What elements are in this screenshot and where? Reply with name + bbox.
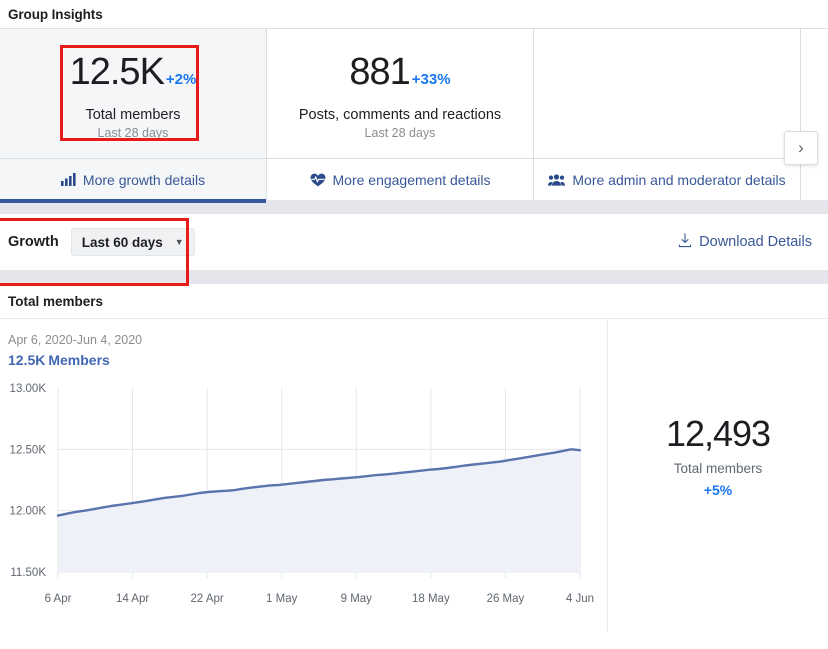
download-icon [678, 233, 692, 252]
chart-metric: 12.5KMembers [8, 352, 607, 368]
card-label: Total members [85, 107, 180, 123]
chart-plot-area: 13.00K 12.50K 12.00K 11.50K 6 Apr 14 Apr 22 Ap… [0, 380, 607, 620]
growth-label: Growth [8, 234, 59, 250]
growth-toolbar: Growth Last 60 days ▼ Download Details [0, 214, 828, 270]
card-value: 12.5K [70, 53, 164, 91]
chart-summary-stats: 12,493 Total members +5% [608, 319, 828, 632]
x-axis-tick-label: 14 Apr [116, 593, 149, 605]
summary-stat-delta: +5% [704, 482, 732, 498]
card-delta: +2% [166, 71, 196, 88]
x-axis-tick-label: 9 May [341, 593, 373, 605]
chevron-down-icon: ▼ [175, 237, 184, 247]
more-admin-moderator-details-link[interactable]: More admin and moderator details [534, 158, 800, 200]
line-chart-svg: 13.00K 12.50K 12.00K 11.50K 6 Apr 14 Apr 22 Ap… [0, 380, 608, 620]
card-body: 12.5K +2% Total members Last 28 days [0, 29, 266, 158]
card-subtitle: Last 28 days [365, 126, 436, 140]
x-axis-tick-label: 22 Apr [191, 593, 224, 605]
chart-metric-name: Members [48, 352, 109, 368]
more-growth-details-link[interactable]: More growth details [0, 158, 266, 200]
x-axis-tick-label: 6 Apr [45, 593, 72, 605]
y-axis-tick-label: 11.50K [10, 567, 46, 579]
card-footer-label: More growth details [83, 172, 205, 188]
section-gap-2 [0, 270, 828, 284]
group-insights-page: Group Insights 12.5K +2% Total members L… [0, 0, 828, 649]
chart-meta: Apr 6, 2020-Jun 4, 2020 12.5KMembers [0, 319, 607, 368]
carousel-next-button[interactable]: › [784, 131, 818, 165]
download-details-label: Download Details [699, 234, 812, 250]
panel-body: Apr 6, 2020-Jun 4, 2020 12.5KMembers 13.… [0, 319, 828, 632]
chevron-right-icon: › [798, 138, 804, 158]
card-footer-label: More admin and moderator details [572, 172, 785, 188]
page-header: Group Insights [0, 0, 828, 28]
date-range-value: Last 60 days [82, 235, 163, 250]
chart-date-range: Apr 6, 2020-Jun 4, 2020 [8, 333, 607, 347]
y-axis-tick-label: 12.50K [10, 444, 47, 456]
y-axis-tick-label: 13.00K [10, 383, 47, 395]
people-icon [548, 173, 565, 186]
page-title: Group Insights [8, 7, 103, 22]
x-axis-tick-label: 1 May [266, 593, 298, 605]
card-value-row: 881 +33% [349, 53, 450, 91]
x-axis-tick-label: 18 May [412, 593, 450, 605]
chart-metric-value: 12.5K [8, 352, 45, 368]
card-footer-label: More engagement details [333, 172, 491, 188]
download-details-button[interactable]: Download Details [678, 233, 812, 252]
card-delta: +33% [412, 71, 451, 88]
y-axis-tick-label: 12.00K [10, 506, 47, 518]
panel-bottom-spacer [0, 632, 828, 649]
card-label: Posts, comments and reactions [299, 107, 501, 123]
insight-card-admin-moderator[interactable]: More admin and moderator details [534, 29, 801, 200]
summary-stat-label: Total members [674, 461, 763, 476]
card-body: 881 +33% Posts, comments and reactions L… [267, 29, 533, 158]
date-range-dropdown[interactable]: Last 60 days ▼ [71, 228, 195, 256]
summary-stat-value: 12,493 [666, 413, 770, 455]
chart-area-fill [58, 449, 580, 572]
bar-chart-icon [61, 173, 76, 186]
insight-card-total-members[interactable]: 12.5K +2% Total members Last 28 days Mor… [0, 29, 267, 200]
heart-pulse-icon [310, 173, 326, 187]
chart-container: Apr 6, 2020-Jun 4, 2020 12.5KMembers 13.… [0, 319, 608, 632]
total-members-panel: Total members Apr 6, 2020-Jun 4, 2020 12… [0, 284, 828, 649]
card-value-row: 12.5K +2% [70, 53, 197, 91]
panel-header: Total members [0, 284, 828, 319]
panel-title: Total members [8, 294, 103, 309]
x-axis-tick-label: 4 Jun [566, 593, 594, 605]
insight-cards-strip: 12.5K +2% Total members Last 28 days Mor… [0, 28, 828, 200]
insight-card-posts-comments-reactions[interactable]: 881 +33% Posts, comments and reactions L… [267, 29, 534, 200]
card-value: 881 [349, 53, 409, 91]
x-axis-tick-label: 26 May [487, 593, 525, 605]
card-subtitle: Last 28 days [98, 126, 169, 140]
more-engagement-details-link[interactable]: More engagement details [267, 158, 533, 200]
